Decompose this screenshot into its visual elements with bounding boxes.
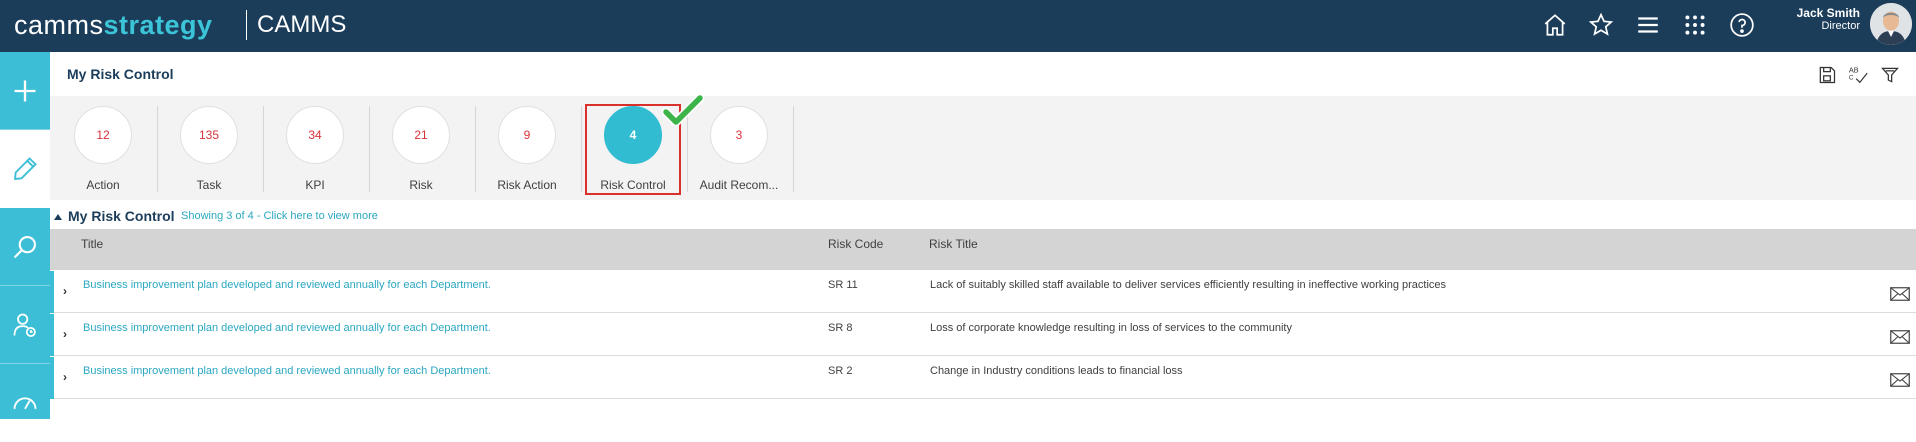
pencil-icon (14, 156, 37, 180)
table-row[interactable]: › Business improvement plan developed an… (50, 271, 1916, 313)
section-title: My Risk Control (68, 208, 175, 224)
expand-chevron-icon[interactable]: › (63, 327, 67, 341)
counter-count: 3 (710, 106, 768, 164)
counter-label: KPI (305, 178, 325, 192)
org-name: CAMMS (257, 11, 347, 38)
filter-icon[interactable] (1879, 64, 1901, 86)
add-icon (14, 80, 36, 101)
counter-label: Risk Action (497, 178, 557, 192)
save-icon[interactable] (1816, 64, 1838, 86)
counter-action[interactable]: 12 Action (50, 106, 156, 196)
row-risk-code: SR 2 (828, 365, 853, 377)
divider (793, 106, 794, 192)
avatar[interactable] (1870, 3, 1912, 45)
counter-label: Action (86, 178, 120, 192)
search-icon (13, 235, 36, 258)
user-info[interactable]: Jack Smith Director (1797, 7, 1860, 33)
row-risk-title: Change in Industry conditions leads to f… (930, 365, 1183, 377)
table-row[interactable]: › Business improvement plan developed an… (50, 314, 1916, 356)
users-icon (13, 313, 36, 337)
table-header: Title Risk Code Risk Title (50, 229, 1916, 270)
page-header: My Risk Control AB C (50, 52, 1916, 96)
row-title-link[interactable]: Business improvement plan developed and … (83, 279, 491, 291)
counter-label: Audit Recom... (699, 178, 779, 192)
column-header-title[interactable]: Title (81, 237, 103, 251)
row-risk-title: Loss of corporate knowledge resulting in… (930, 322, 1292, 334)
column-header-risk-title[interactable]: Risk Title (929, 237, 978, 251)
expand-chevron-icon[interactable]: › (63, 284, 67, 298)
star-icon[interactable] (1587, 11, 1615, 39)
counter-label: Risk (409, 178, 433, 192)
counter-count: 135 (180, 106, 238, 164)
collapse-toggle-icon[interactable] (54, 214, 62, 220)
apps-grid-icon[interactable] (1681, 11, 1709, 39)
checkmark-icon (662, 94, 704, 127)
sidebar-item-add[interactable] (0, 52, 50, 130)
row-title-link[interactable]: Business improvement plan developed and … (83, 365, 491, 377)
sidebar-item-search[interactable] (0, 208, 50, 286)
app-logo[interactable]: cammsstrategy (14, 8, 213, 42)
svg-text:C: C (1849, 75, 1854, 82)
counter-task[interactable]: 135 Task (156, 106, 262, 196)
counter-risk-action[interactable]: 9 Risk Action (474, 106, 580, 196)
row-risk-code: SR 8 (828, 322, 853, 334)
table-row[interactable]: › Business improvement plan developed an… (50, 357, 1916, 399)
svg-text:AB: AB (1849, 65, 1859, 74)
mail-icon[interactable] (1890, 330, 1910, 344)
mail-icon[interactable] (1890, 287, 1910, 301)
view-more-link[interactable]: Showing 3 of 4 - Click here to view more (181, 210, 378, 222)
row-risk-code: SR 11 (828, 279, 858, 291)
expand-chevron-icon[interactable]: › (63, 370, 67, 384)
sidebar-item-users[interactable] (0, 286, 50, 364)
left-sidebar (0, 52, 50, 442)
row-accent (50, 314, 54, 356)
counter-count: 9 (498, 106, 556, 164)
column-header-risk-code[interactable]: Risk Code (828, 237, 883, 251)
counter-label: Task (196, 178, 222, 192)
row-risk-title: Lack of suitably skilled staff available… (930, 279, 1447, 291)
row-accent (50, 357, 54, 399)
row-title-link[interactable]: Business improvement plan developed and … (83, 322, 491, 334)
sidebar-item-dashboard[interactable] (0, 364, 50, 442)
row-accent (50, 271, 54, 313)
spellcheck-icon[interactable]: AB C (1847, 64, 1869, 86)
page-title: My Risk Control (67, 66, 174, 82)
counter-kpi[interactable]: 34 KPI (262, 106, 368, 196)
counter-count: 12 (74, 106, 132, 164)
user-name: Jack Smith (1796, 6, 1860, 20)
counter-count: 34 (286, 106, 344, 164)
summary-counters: 12 Action 135 Task 34 KPI 21 Risk 9 Risk… (50, 94, 1916, 200)
sidebar-item-edit[interactable] (0, 130, 50, 208)
logo-text-part1: camms (14, 10, 104, 40)
user-role: Director (1821, 20, 1860, 32)
home-icon[interactable] (1541, 11, 1569, 39)
dashboard-gauge-icon (13, 396, 37, 409)
help-icon[interactable] (1728, 11, 1756, 39)
counter-risk[interactable]: 21 Risk (368, 106, 474, 196)
top-bar: cammsstrategy CAMMS Jack Smith Director (0, 0, 1916, 52)
logo-text-part2: strategy (103, 10, 213, 40)
counter-count: 21 (392, 106, 450, 164)
menu-icon[interactable] (1634, 11, 1662, 39)
mail-icon[interactable] (1890, 373, 1910, 387)
logo-divider (246, 10, 247, 40)
